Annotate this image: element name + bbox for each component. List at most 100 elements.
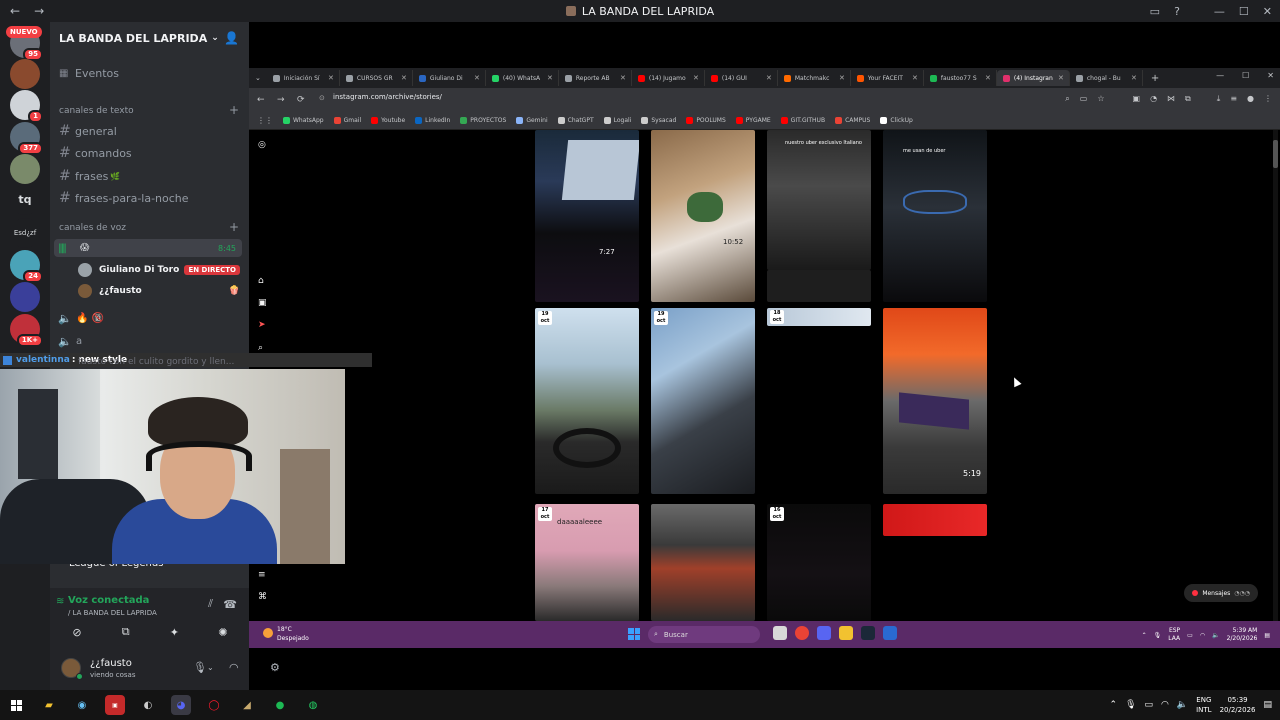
- story-tile[interactable]: 17 oct daaaaaleeee: [535, 504, 639, 621]
- back-icon[interactable]: ←: [257, 95, 269, 105]
- voice-user[interactable]: Giuliano Di Toro EN DIRECTO: [78, 261, 240, 279]
- chrome-icon[interactable]: [795, 626, 809, 640]
- tab-close-icon[interactable]: ✕: [547, 74, 553, 82]
- browser-tab[interactable]: (14) Jugamo ✕: [632, 70, 705, 86]
- browser-tab[interactable]: CURSOS GR ✕: [340, 70, 413, 86]
- wifi-icon[interactable]: ◠: [1161, 700, 1169, 710]
- reels-icon[interactable]: ▣: [258, 298, 267, 308]
- browser-tab[interactable]: Reporte AB ✕: [559, 70, 632, 86]
- instagram-logo-icon[interactable]: ◎: [258, 140, 266, 150]
- story-tile[interactable]: 7:27: [535, 130, 639, 302]
- tab-close-icon[interactable]: ✕: [620, 74, 626, 82]
- forward-icon[interactable]: →: [277, 95, 289, 105]
- discord-icon[interactable]: [817, 626, 831, 640]
- story-tile[interactable]: nuestro uber exclusivo Italiano: [767, 130, 871, 270]
- voice-channel[interactable]: 🔈 🔥 🔞: [58, 309, 238, 327]
- settings-gear-icon[interactable]: ⚙: [270, 661, 280, 674]
- volume-icon[interactable]: 🔈: [1212, 632, 1219, 639]
- language-indicator[interactable]: ESP LAA: [1168, 627, 1180, 643]
- notification-icon[interactable]: ▤: [1263, 700, 1272, 710]
- meta-icon[interactable]: ⌘: [258, 592, 267, 602]
- browser-tab[interactable]: chogal - Bu ✕: [1070, 70, 1143, 86]
- reading-list-icon[interactable]: ≡: [1230, 94, 1237, 104]
- browser-tab[interactable]: Matchmakc ✕: [778, 70, 851, 86]
- headphones-icon[interactable]: ◠: [229, 661, 239, 674]
- help-icon[interactable]: ?: [1174, 5, 1180, 18]
- camera-off-button[interactable]: ⊘: [56, 622, 98, 642]
- maximize-button[interactable]: ☐: [1239, 5, 1249, 18]
- system-clock[interactable]: 05:39 20/2/2026: [1220, 695, 1256, 715]
- maximize-button[interactable]: ☐: [1242, 71, 1249, 80]
- bookmark-item[interactable]: PYGAME: [735, 117, 771, 124]
- menu-icon[interactable]: ⋮: [1264, 94, 1272, 104]
- profile-icon[interactable]: ●: [1247, 94, 1254, 104]
- story-tile[interactable]: 10:52: [651, 130, 755, 302]
- bookmark-item[interactable]: Sysacad: [641, 117, 676, 124]
- taskbar-search[interactable]: ⌕ Buscar: [648, 626, 760, 643]
- opera-icon[interactable]: ◯: [204, 695, 224, 715]
- channel-frases[interactable]: # frases 🌿: [57, 166, 243, 186]
- chevron-up-icon[interactable]: ⌃: [1110, 700, 1118, 710]
- screen-share-stream[interactable]: ⌄ Iniciación Sí ✕ CURSOS GR ✕ Giuliano Di ✕ (4…: [249, 68, 1280, 648]
- bookmark-item[interactable]: LinkedIn: [415, 117, 450, 124]
- screen-share-button[interactable]: ⧉: [105, 622, 147, 642]
- server-icon-3[interactable]: 1: [10, 90, 43, 123]
- windows-start-icon[interactable]: [6, 695, 26, 715]
- story-tile[interactable]: 16 oct: [767, 504, 871, 621]
- league-icon[interactable]: ◢: [237, 695, 257, 715]
- add-channel-icon[interactable]: +: [229, 104, 239, 116]
- download-icon[interactable]: ⤓: [1217, 94, 1221, 104]
- steam-icon[interactable]: [861, 626, 875, 640]
- close-button[interactable]: ✕: [1263, 5, 1272, 18]
- story-tile[interactable]: 5:19: [883, 308, 987, 494]
- bookmark-item[interactable]: CAMPUS: [835, 117, 870, 124]
- new-tab-button[interactable]: +: [1151, 73, 1159, 84]
- home-icon[interactable]: ⌂: [258, 276, 264, 286]
- chevron-up-icon[interactable]: ⌃: [1142, 632, 1147, 639]
- cast-icon[interactable]: ▭: [1080, 94, 1088, 104]
- browser-tab[interactable]: Iniciación Sí ✕: [267, 70, 340, 86]
- browser-tab[interactable]: Your FACEIT ✕: [851, 70, 924, 86]
- bookmark-item[interactable]: ChatGPT: [557, 117, 594, 124]
- windows-start-icon[interactable]: [628, 628, 640, 640]
- server-icon-1[interactable]: NUEVO 95: [6, 26, 43, 61]
- browser-tab[interactable]: faustoo77 S ✕: [924, 70, 997, 86]
- tab-close-icon[interactable]: ✕: [985, 74, 991, 82]
- extension-icon[interactable]: ▣: [1133, 94, 1141, 104]
- minimize-button[interactable]: —: [1214, 5, 1225, 18]
- bookmark-item[interactable]: Logali: [603, 117, 631, 124]
- server-icon-2[interactable]: [10, 59, 40, 89]
- language-indicator[interactable]: ENG INTL: [1196, 695, 1211, 715]
- apps-grid-icon[interactable]: ⋮⋮: [257, 116, 273, 125]
- bookmark-item[interactable]: WhatsApp: [283, 117, 324, 124]
- obs-icon[interactable]: ◐: [138, 695, 158, 715]
- bookmark-item[interactable]: Gemini: [516, 117, 548, 124]
- noise-suppression-icon[interactable]: ⫽: [208, 597, 213, 611]
- page-scrollbar[interactable]: [1273, 130, 1278, 621]
- tab-close-icon[interactable]: ✕: [766, 74, 772, 82]
- server-icon-tq[interactable]: tq: [10, 185, 40, 215]
- forward-button[interactable]: →: [34, 4, 44, 18]
- spotify-icon[interactable]: ●: [270, 695, 290, 715]
- folder-icon[interactable]: [839, 626, 853, 640]
- tab-close-icon[interactable]: ✕: [328, 74, 334, 82]
- tab-close-icon[interactable]: ✕: [693, 74, 699, 82]
- browser-tab[interactable]: (4) Instagran ✕: [996, 70, 1070, 86]
- microphone-icon[interactable]: 🎙: [1125, 700, 1136, 710]
- inbox-icon[interactable]: ▭: [1150, 5, 1160, 18]
- tab-close-icon[interactable]: ✕: [839, 74, 845, 82]
- server-icon-8[interactable]: 24: [10, 250, 43, 283]
- story-tile[interactable]: 19 oct: [651, 308, 755, 494]
- category-voice[interactable]: canales de voz +: [59, 221, 243, 233]
- category-text[interactable]: canales de texto +: [59, 104, 243, 116]
- server-icon-4[interactable]: 377: [10, 122, 43, 155]
- minimize-button[interactable]: —: [1216, 71, 1224, 80]
- bookmark-item[interactable]: POOLUMS: [686, 117, 726, 124]
- story-tile[interactable]: 19 oct: [535, 308, 639, 494]
- whatsapp-icon[interactable]: ◍: [303, 695, 323, 715]
- network-icon[interactable]: ▭: [1145, 700, 1154, 710]
- zoom-icon[interactable]: ⌕: [1065, 94, 1069, 104]
- notification-icon[interactable]: ▤: [1264, 632, 1270, 639]
- browser-tab[interactable]: (40) WhatsA ✕: [486, 70, 559, 86]
- volume-icon[interactable]: 🔈: [1177, 700, 1188, 710]
